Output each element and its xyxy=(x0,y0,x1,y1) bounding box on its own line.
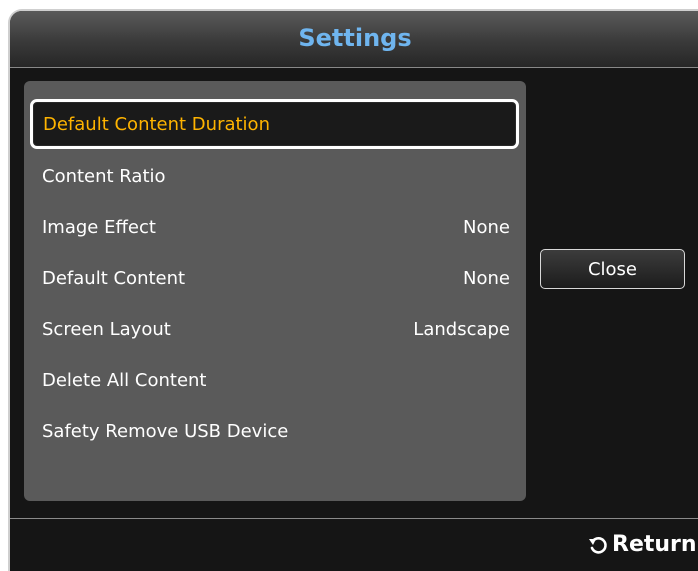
menu-item-label: Default Content Duration xyxy=(43,113,270,135)
menu-item-label: Screen Layout xyxy=(42,318,171,340)
footer-divider xyxy=(10,518,698,519)
return-arrow-icon xyxy=(589,536,607,554)
settings-menu: Default Content Duration Content Ratio I… xyxy=(24,81,526,501)
menu-item-safety-remove-usb-device[interactable]: Safety Remove USB Device xyxy=(26,407,520,455)
dialog-title: Settings xyxy=(298,24,412,52)
menu-item-label: Image Effect xyxy=(42,216,156,238)
return-label: Return xyxy=(612,532,697,557)
return-button[interactable]: Return xyxy=(588,532,697,557)
menu-item-label: Safety Remove USB Device xyxy=(42,420,289,442)
title-bar: Settings xyxy=(10,11,698,68)
menu-item-screen-layout[interactable]: Screen Layout Landscape xyxy=(26,305,520,353)
menu-item-label: Content Ratio xyxy=(42,165,166,187)
menu-item-value: None xyxy=(463,267,510,289)
menu-item-label: Default Content xyxy=(42,267,186,289)
menu-item-value: None xyxy=(463,216,510,238)
menu-item-default-content-duration[interactable]: Default Content Duration xyxy=(30,99,519,149)
menu-item-content-ratio[interactable]: Content Ratio xyxy=(26,152,520,200)
menu-item-label: Delete All Content xyxy=(42,369,207,391)
menu-item-image-effect[interactable]: Image Effect None xyxy=(26,203,520,251)
settings-dialog: Settings Default Content Duration Conten… xyxy=(8,9,698,571)
menu-item-default-content[interactable]: Default Content None xyxy=(26,254,520,302)
close-button[interactable]: Close xyxy=(540,249,685,289)
menu-item-delete-all-content[interactable]: Delete All Content xyxy=(26,356,520,404)
menu-item-value: Landscape xyxy=(413,318,510,340)
